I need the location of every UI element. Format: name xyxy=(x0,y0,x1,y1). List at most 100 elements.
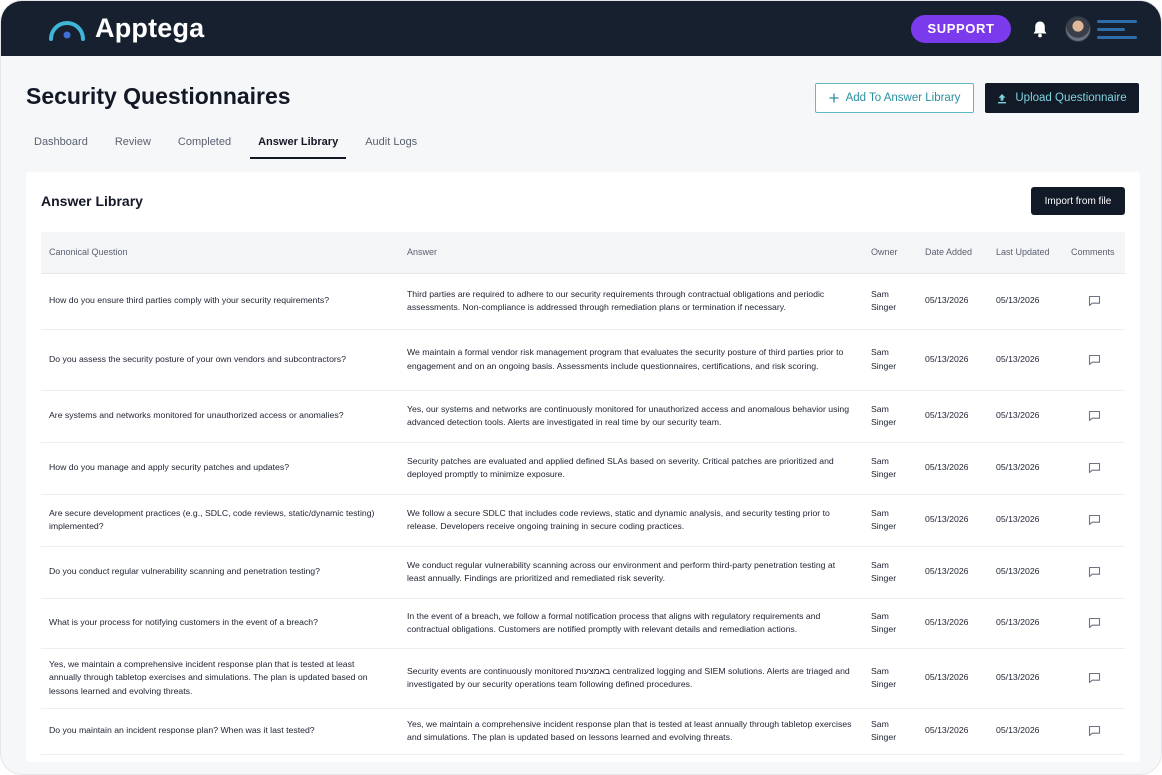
answer-cell: Security patches are evaluated and appli… xyxy=(399,442,863,495)
menu-icon[interactable] xyxy=(1097,18,1137,40)
comment-icon[interactable] xyxy=(1071,462,1117,474)
table-row[interactable]: Do you maintain an incident response pla… xyxy=(41,708,1125,755)
column-header-answer[interactable]: Answer xyxy=(399,232,863,274)
question-cell: How do you manage and apply security pat… xyxy=(41,442,399,495)
answer-library-table: Canonical Question Answer Owner Date Add… xyxy=(41,232,1125,755)
question-cell: Yes, we maintain a comprehensive inciden… xyxy=(41,648,399,709)
last-updated-cell: 05/13/2026 xyxy=(988,273,1063,330)
date-added-cell: 05/13/2026 xyxy=(917,494,988,547)
comment-icon[interactable] xyxy=(1071,566,1117,578)
owner-cell: Sam Singer xyxy=(863,648,917,709)
question-cell: How do you ensure third parties comply w… xyxy=(41,273,399,330)
top-bar: Apptega SUPPORT xyxy=(1,1,1161,56)
owner-cell: Sam Singer xyxy=(863,273,917,330)
comments-cell xyxy=(1063,546,1125,599)
comments-cell xyxy=(1063,273,1125,330)
last-updated-cell: 05/13/2026 xyxy=(988,648,1063,709)
comment-icon[interactable] xyxy=(1071,672,1117,684)
table-row[interactable]: How do you manage and apply security pat… xyxy=(41,442,1125,495)
date-added-cell: 05/13/2026 xyxy=(917,708,988,755)
tab-completed[interactable]: Completed xyxy=(170,129,239,159)
answer-cell: We maintain a formal vendor risk managem… xyxy=(399,329,863,391)
support-button[interactable]: SUPPORT xyxy=(911,14,1011,43)
owner-cell: Sam Singer xyxy=(863,708,917,755)
comment-icon[interactable] xyxy=(1071,617,1117,629)
table-header-row: Canonical Question Answer Owner Date Add… xyxy=(41,232,1125,274)
owner-cell: Sam Singer xyxy=(863,546,917,599)
last-updated-cell: 05/13/2026 xyxy=(988,708,1063,755)
bell-icon[interactable] xyxy=(1031,19,1049,39)
table-row[interactable]: What is your process for notifying custo… xyxy=(41,598,1125,649)
date-added-cell: 05/13/2026 xyxy=(917,648,988,709)
tab-answer-library[interactable]: Answer Library xyxy=(250,129,347,159)
comment-icon[interactable] xyxy=(1071,514,1117,526)
last-updated-cell: 05/13/2026 xyxy=(988,546,1063,599)
question-cell: Do you maintain an incident response pla… xyxy=(41,708,399,755)
date-added-cell: 05/13/2026 xyxy=(917,329,988,391)
avatar[interactable] xyxy=(1065,15,1091,42)
answer-cell: Security events are continuously monitor… xyxy=(399,648,863,709)
table-row[interactable]: Do you conduct regular vulnerability sca… xyxy=(41,546,1125,599)
column-header-date-added[interactable]: Date Added xyxy=(917,232,988,274)
last-updated-cell: 05/13/2026 xyxy=(988,494,1063,547)
page-header: Security Questionnaires Add To Answer Li… xyxy=(26,81,1139,121)
date-added-cell: 05/13/2026 xyxy=(917,390,988,443)
comment-icon[interactable] xyxy=(1071,725,1117,737)
upload-questionnaire-label: Upload Questionnaire xyxy=(1015,92,1127,104)
column-header-owner[interactable]: Owner xyxy=(863,232,917,274)
app-frame: Apptega SUPPORT Security Questionnaires xyxy=(0,0,1162,775)
question-cell: Are secure development practices (e.g., … xyxy=(41,494,399,547)
upload-questionnaire-button[interactable]: Upload Questionnaire xyxy=(985,83,1139,113)
question-cell: What is your process for notifying custo… xyxy=(41,598,399,649)
question-cell: Are systems and networks monitored for u… xyxy=(41,390,399,443)
owner-cell: Sam Singer xyxy=(863,494,917,547)
comments-cell xyxy=(1063,442,1125,495)
last-updated-cell: 05/13/2026 xyxy=(988,598,1063,649)
last-updated-cell: 05/13/2026 xyxy=(988,329,1063,391)
owner-cell: Sam Singer xyxy=(863,329,917,391)
add-to-answer-library-label: Add To Answer Library xyxy=(845,92,961,104)
logo[interactable]: Apptega xyxy=(47,13,204,44)
question-cell: Do you conduct regular vulnerability sca… xyxy=(41,546,399,599)
owner-cell: Sam Singer xyxy=(863,390,917,443)
date-added-cell: 05/13/2026 xyxy=(917,442,988,495)
plus-icon xyxy=(829,93,839,103)
column-header-question[interactable]: Canonical Question xyxy=(41,232,399,274)
owner-cell: Sam Singer xyxy=(863,442,917,495)
answer-cell: We conduct regular vulnerability scannin… xyxy=(399,546,863,599)
owner-cell: Sam Singer xyxy=(863,598,917,649)
comments-cell xyxy=(1063,598,1125,649)
logo-text: Apptega xyxy=(95,13,205,43)
tab-review[interactable]: Review xyxy=(107,129,159,159)
last-updated-cell: 05/13/2026 xyxy=(988,390,1063,443)
comments-cell xyxy=(1063,494,1125,547)
column-header-last-updated[interactable]: Last Updated xyxy=(988,232,1063,274)
answer-cell: In the event of a breach, we follow a fo… xyxy=(399,598,863,649)
add-to-answer-library-button[interactable]: Add To Answer Library xyxy=(815,83,974,113)
answer-cell: We follow a secure SDLC that includes co… xyxy=(399,494,863,547)
tab-audit-logs[interactable]: Audit Logs xyxy=(357,129,425,159)
answer-cell: Yes, we maintain a comprehensive inciden… xyxy=(399,708,863,755)
comment-icon[interactable] xyxy=(1071,354,1117,366)
question-cell: Do you assess the security posture of yo… xyxy=(41,329,399,391)
topbar-actions: SUPPORT xyxy=(911,14,1137,43)
comment-icon[interactable] xyxy=(1071,295,1117,307)
table-row[interactable]: Are systems and networks monitored for u… xyxy=(41,390,1125,443)
answer-library-title: Answer Library xyxy=(41,193,143,209)
table-row[interactable]: How do you ensure third parties comply w… xyxy=(41,273,1125,330)
comment-icon[interactable] xyxy=(1071,410,1117,422)
upload-icon xyxy=(998,93,1007,103)
table-row[interactable]: Yes, we maintain a comprehensive inciden… xyxy=(41,648,1125,709)
import-from-file-button[interactable]: Import from file xyxy=(1031,187,1125,215)
date-added-cell: 05/13/2026 xyxy=(917,546,988,599)
comments-cell xyxy=(1063,329,1125,391)
last-updated-cell: 05/13/2026 xyxy=(988,442,1063,495)
date-added-cell: 05/13/2026 xyxy=(917,598,988,649)
comments-cell xyxy=(1063,648,1125,709)
answer-cell: Third parties are required to adhere to … xyxy=(399,273,863,330)
table-row[interactable]: Do you assess the security posture of yo… xyxy=(41,329,1125,391)
comments-cell xyxy=(1063,390,1125,443)
table-row[interactable]: Are secure development practices (e.g., … xyxy=(41,494,1125,547)
tab-dashboard[interactable]: Dashboard xyxy=(26,129,96,159)
answer-library-card: Answer Library Import from file Canonica… xyxy=(26,172,1140,762)
